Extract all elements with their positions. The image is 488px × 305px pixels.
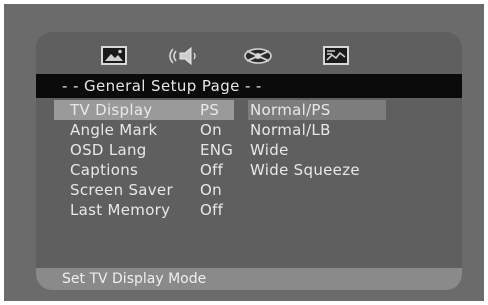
menu-item-label: OSD Lang	[70, 141, 147, 159]
menu-item-value: On	[200, 181, 222, 199]
page-title: - - General Setup Page - -	[36, 74, 462, 98]
preference-setup-icon[interactable]	[318, 44, 354, 68]
general-setup-icon[interactable]	[96, 44, 132, 68]
menu-item-value: Off	[200, 201, 224, 219]
menu-item-value: ENG	[200, 141, 234, 159]
setup-icon-bar	[36, 32, 462, 74]
menu-item-label: Captions	[70, 161, 139, 179]
menu-item-value: On	[200, 121, 222, 139]
menu-item-value: Off	[200, 161, 224, 179]
option-wide-squeeze[interactable]: Wide Squeeze	[248, 160, 360, 180]
menu-item-value: PS	[200, 101, 220, 119]
option-normal-lb[interactable]: Normal/LB	[248, 120, 331, 140]
status-bar: Set TV Display Mode	[36, 268, 462, 290]
option-normal-ps[interactable]: Normal/PS	[248, 100, 386, 120]
menu-item-tv-display[interactable]: TV Display PS	[54, 100, 234, 120]
video-setup-icon[interactable]	[240, 44, 276, 68]
menu-item-label: TV Display	[70, 101, 153, 119]
tv-frame: - - General Setup Page - - TV Display PS…	[4, 4, 484, 301]
menu-item-label: Screen Saver	[70, 181, 173, 199]
menu-item-label: Last Memory	[70, 201, 171, 219]
audio-setup-icon[interactable]	[166, 44, 202, 68]
menu-item-label: Angle Mark	[70, 121, 158, 139]
setup-menu-screen: - - General Setup Page - - TV Display PS…	[36, 32, 462, 290]
option-wide[interactable]: Wide	[248, 140, 289, 160]
